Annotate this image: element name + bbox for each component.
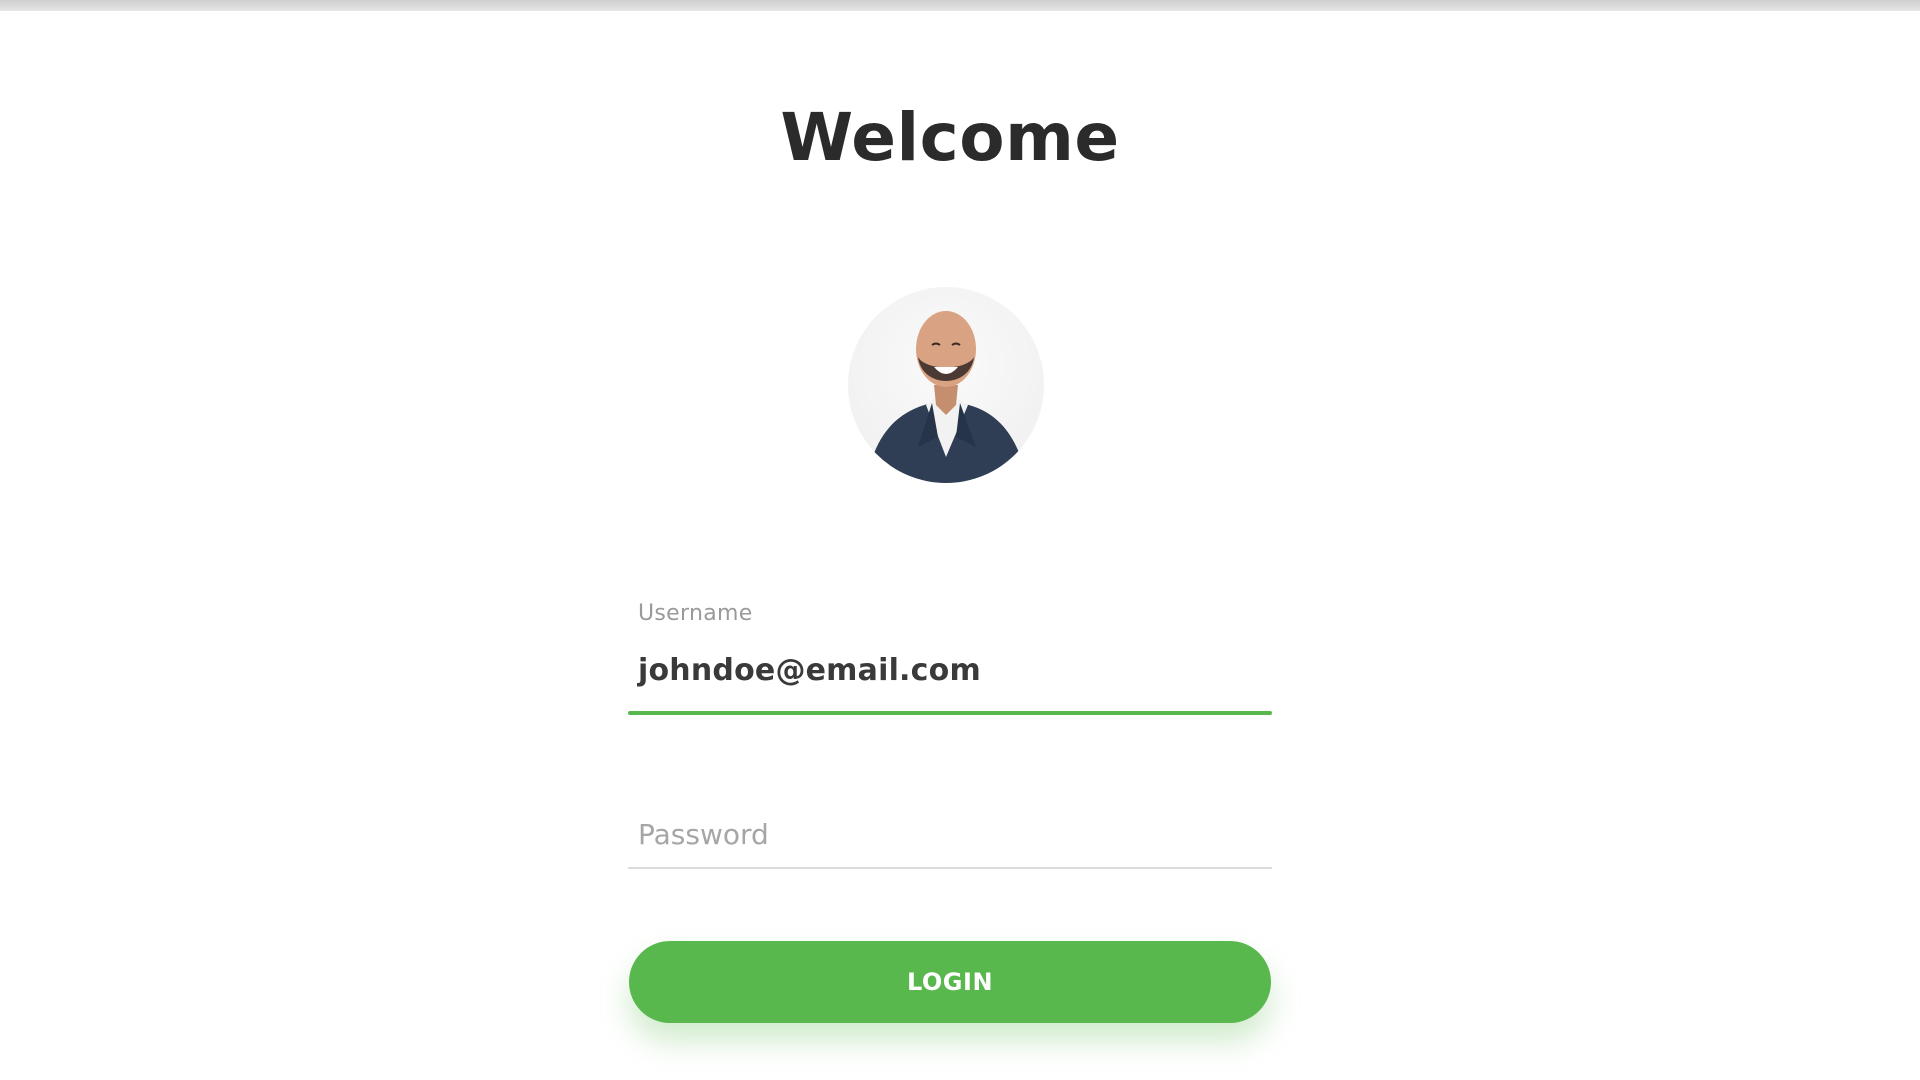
password-field[interactable] bbox=[628, 771, 1272, 869]
login-page: Welcome Username johndoe@email.com LOGIN bbox=[0, 11, 1920, 1080]
username-field[interactable]: Username johndoe@email.com bbox=[628, 591, 1272, 715]
login-button[interactable]: LOGIN bbox=[629, 941, 1271, 1023]
avatar-photo-icon bbox=[866, 311, 1028, 483]
password-underline bbox=[628, 867, 1272, 869]
page-title: Welcome bbox=[780, 99, 1120, 176]
avatar bbox=[848, 287, 1044, 483]
username-label: Username bbox=[638, 601, 753, 626]
password-input[interactable] bbox=[628, 771, 1272, 867]
username-underline bbox=[628, 711, 1272, 715]
browser-top-edge bbox=[0, 0, 1920, 11]
username-input[interactable]: johndoe@email.com bbox=[638, 653, 981, 688]
